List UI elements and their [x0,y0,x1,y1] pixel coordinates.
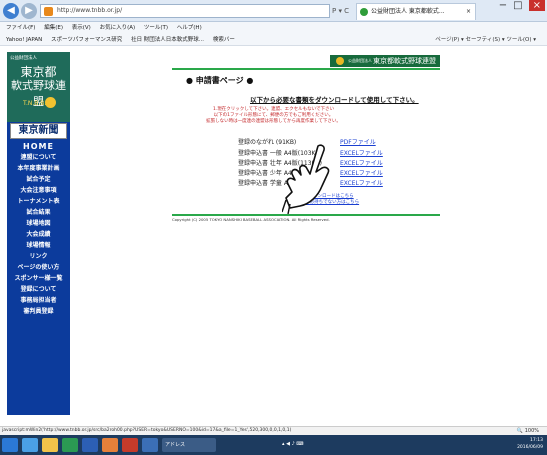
divider [172,214,440,216]
sidebar-item-links[interactable]: リンク [7,252,70,261]
forward-button-icon[interactable]: ▶ [21,3,37,19]
sidebar-item-notes[interactable]: 大会注意事項 [7,186,70,195]
page-subtitle: 以下から必要な書類をダウンロードして使用して下さい。 [250,96,419,104]
sidebar-item-sponsors[interactable]: スポンサー様一覧 [7,274,70,283]
favorites-bar: Yahoo! JAPAN スポーツパフォーマンス研究 社日 財団法人日本軟式野球… [0,34,547,46]
word-icon[interactable] [82,438,98,452]
status-url: javascript:mWin2('http://www.tnbb.or.jp/… [2,428,292,433]
sidebar-item-about[interactable]: 連盟について [7,153,70,162]
tab-close-icon[interactable]: × [466,4,471,20]
page-title: ● 申請書ページ ● [186,76,254,85]
download-link-pdf[interactable]: PDFファイル [340,137,376,146]
zoom-control[interactable]: 🔍 100% [517,427,539,435]
copyright-text: Copyright (C) 2005 TOKYO NANSHIKI BASEBA… [172,217,330,222]
clock[interactable]: 17:13 2016/06/09 [517,437,543,451]
powerpoint-icon[interactable] [122,438,138,452]
header-banner-title: 東京都軟式野球連盟 [373,57,436,65]
menu-help[interactable]: ヘルプ(H) [177,25,202,31]
taskbar-search[interactable]: アドレス [162,438,216,452]
sidebar-item-umpire[interactable]: 審判員登録 [7,307,70,316]
favorite-sports[interactable]: スポーツパフォーマンス研究 [51,37,122,43]
clock-date: 2016/06/09 [517,445,543,450]
back-button-icon[interactable]: ◀ [3,3,19,19]
minimize-button[interactable]: − [499,0,513,11]
download-link-excel[interactable]: EXCELファイル [340,178,383,187]
menu-edit[interactable]: 編集(E) [44,25,63,31]
sidebar-item-staff[interactable]: 事務局担当者 [7,296,70,305]
tokyo-shimbun-banner[interactable]: 東京新聞 [10,123,67,139]
close-button[interactable]: × [528,0,545,11]
download-link-excel[interactable]: EXCELファイル [340,158,383,167]
address-text: http://www.tnbb.or.jp/ [57,7,123,14]
favorite-search-bar[interactable]: 検索バー [213,37,235,43]
favorite-yahoo[interactable]: Yahoo! JAPAN [6,37,42,43]
sidebar-item-registration[interactable]: 登録について [7,285,70,294]
tnbb-label: T.N.B.B. [23,100,47,107]
status-bar: javascript:mWin2('http://www.tnbb.or.jp/… [0,426,547,435]
sidebar-item-schedule[interactable]: 試合予定 [7,175,70,184]
sidebar-item-map[interactable]: 球場地図 [7,219,70,228]
tab-title: 公益財団法人 東京都軟式... [371,8,445,15]
header-logo-icon [336,57,344,65]
tab-favicon-icon [360,8,368,16]
address-bar[interactable]: http://www.tnbb.or.jp/ [40,4,330,18]
app-icon[interactable] [102,438,118,452]
sidebar-item-home[interactable]: HOME [7,142,70,151]
download-link-excel[interactable]: EXCELファイル [340,168,383,177]
zoom-level: 100% [524,428,539,434]
command-bar[interactable]: ページ(P) ▾ セーフティ(S) ▾ ツール(O) ▾ [435,34,536,46]
start-button-icon[interactable] [2,438,18,452]
sidebar-item-plan[interactable]: 本年度事業計画 [7,164,70,173]
sidebar-item-results[interactable]: 試合結果 [7,208,70,217]
sidebar-item-howto[interactable]: ページの使い方 [7,263,70,272]
sidebar-item-tournament[interactable]: トーナメント表 [7,197,70,206]
sidebar-item-stadium[interactable]: 球場情報 [7,241,70,250]
note-line: 拡張しない時は一度連の連盟は形態してから再度作業して下さい。 [206,119,341,124]
browser-tab[interactable]: 公益財団法人 東京都軟式... × [356,3,476,20]
divider [172,68,440,70]
header-banner: 公益財団法人 東京都軟式野球連盟 [330,55,440,67]
site-favicon-icon [44,7,53,16]
sidebar-item-records[interactable]: 大会成績 [7,230,70,239]
pointing-hand-cursor-icon [282,144,330,214]
menu-tools[interactable]: ツール(T) [144,25,168,31]
ie-icon[interactable] [22,438,38,452]
menu-view[interactable]: 表示(V) [72,25,91,31]
app-icon[interactable] [142,438,158,452]
favorite-jsbb[interactable]: 社日 財団法人日本軟式野球... [131,37,204,43]
clock-time: 17:13 [530,438,543,443]
title-bar: ◀ ▶ http://www.tnbb.or.jp/ P ▾ C 公益財団法人 … [0,0,547,22]
address-controls[interactable]: P ▾ C [332,4,349,18]
tray-icons: ▴ ◀ ♪ ⌨ [282,441,304,447]
store-icon[interactable] [62,438,78,452]
menu-file[interactable]: ファイル(F) [6,25,35,31]
maximize-button[interactable]: □ [513,0,528,11]
explorer-icon[interactable] [42,438,58,452]
download-link-excel[interactable]: EXCELファイル [340,148,383,157]
header-org-small: 公益財団法人 [348,58,372,63]
menu-bar: ファイル(F) 編集(E) 表示(V) お気に入り(A) ツール(T) ヘルプ(… [0,22,547,34]
window-controls: −□ × [499,0,545,12]
org-small-label: 公益財団法人 [10,56,37,61]
taskbar: アドレス ▴ ◀ ♪ ⌨ 17:13 2016/06/09 [0,435,547,455]
browser-window: ◀ ▶ http://www.tnbb.or.jp/ P ▾ C 公益財団法人 … [0,0,547,455]
menu-favorites[interactable]: お気に入り(A) [100,25,136,31]
